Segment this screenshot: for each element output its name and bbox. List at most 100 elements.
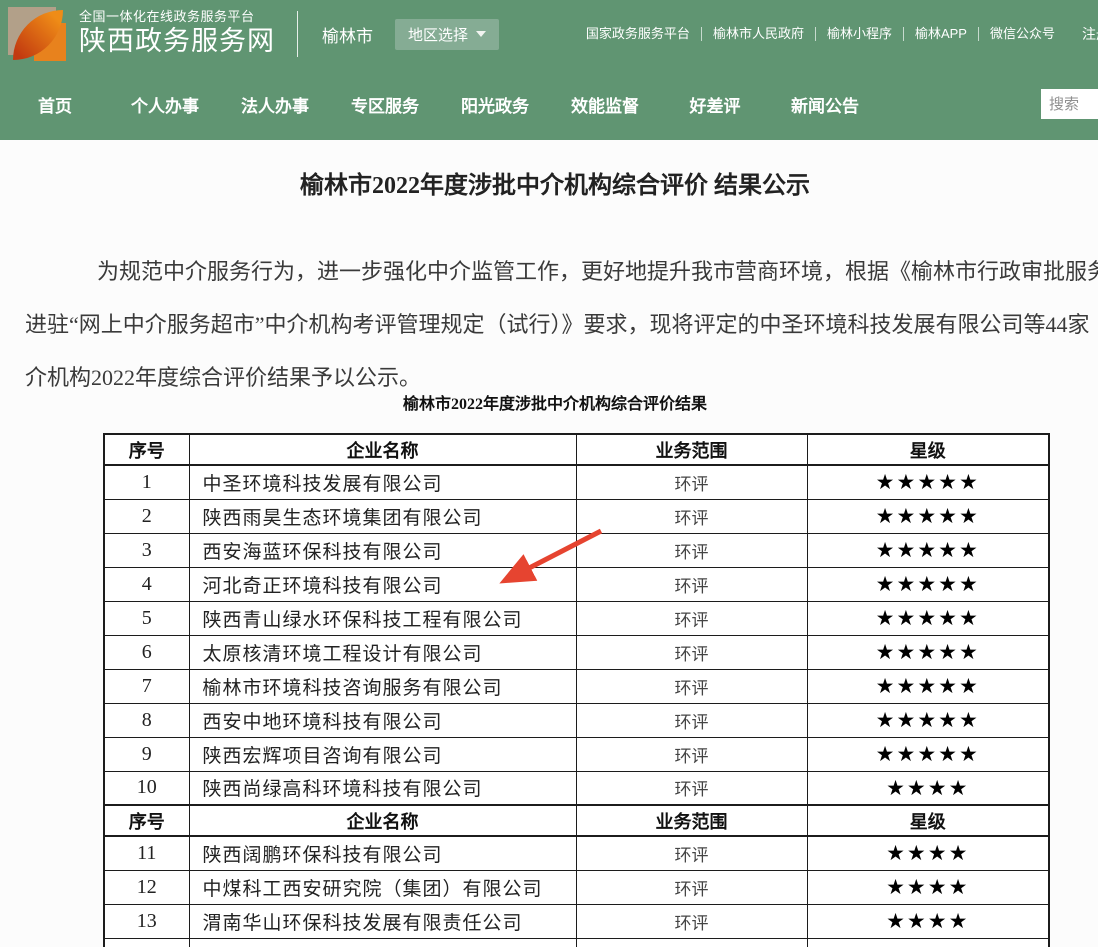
- nav-menu: 首页 个人办事 法人办事 专区服务 阳光政务 效能监督 好差评 新闻公告: [0, 92, 880, 117]
- cell-row-number: 10: [104, 771, 189, 805]
- table-row: 11陕西阔鹏环保科技有限公司环评★★★★: [104, 836, 1049, 870]
- cell-company-name: 中圣环境科技发展有限公司: [189, 465, 576, 499]
- cell-star-rating: ★★★★★: [807, 567, 1049, 601]
- empty-cell: [189, 938, 576, 947]
- cell-business-scope: 环评: [576, 567, 807, 601]
- nav-item-home[interactable]: 首页: [0, 92, 110, 117]
- header-divider: [297, 11, 298, 57]
- cell-business-scope: 环评: [576, 499, 807, 533]
- nav-item-personal[interactable]: 个人办事: [110, 92, 220, 117]
- table-row: 10陕西尚绿高科环境科技有限公司环评★★★★: [104, 771, 1049, 805]
- cell-row-number: 3: [104, 533, 189, 567]
- cell-business-scope: 环评: [576, 870, 807, 904]
- cell-company-name: 陕西雨昊生态环境集团有限公司: [189, 499, 576, 533]
- table-row: 4河北奇正环境科技有限公司环评★★★★★: [104, 567, 1049, 601]
- cell-company-name: 渭南华山环保科技发展有限责任公司: [189, 904, 576, 938]
- cell-business-scope: 环评: [576, 836, 807, 870]
- table-row: 8西安中地环境科技有限公司环评★★★★★: [104, 703, 1049, 737]
- column-header: 业务范围: [576, 434, 807, 465]
- brand-block: 全国一体化在线政务服务平台 陕西政务服务网: [79, 9, 275, 59]
- table-header-row: 序号企业名称业务范围星级: [104, 805, 1049, 836]
- table-row: 1中圣环境科技发展有限公司环评★★★★★: [104, 465, 1049, 499]
- table-row: 2陕西雨昊生态环境集团有限公司环评★★★★★: [104, 499, 1049, 533]
- column-header: 序号: [104, 434, 189, 465]
- evaluation-results-table: 序号企业名称业务范围星级1中圣环境科技发展有限公司环评★★★★★2陕西雨昊生态环…: [103, 433, 1050, 947]
- cell-row-number: 13: [104, 904, 189, 938]
- cell-row-number: 1: [104, 465, 189, 499]
- cell-star-rating: ★★★★★: [807, 465, 1049, 499]
- table-row: 7榆林市环境科技咨询服务有限公司环评★★★★★: [104, 669, 1049, 703]
- platform-tagline: 全国一体化在线政务服务平台: [79, 9, 275, 25]
- top-links: 国家政务服务平台 榆林市人民政府 榆林小程序 榆林APP 微信公众号: [575, 27, 1066, 41]
- nav-item-efficiency-supervision[interactable]: 效能监督: [550, 92, 660, 117]
- cell-row-number: 8: [104, 703, 189, 737]
- table-row: 9陕西宏辉项目咨询有限公司环评★★★★★: [104, 737, 1049, 771]
- cell-star-rating: ★★★★★: [807, 635, 1049, 669]
- cell-company-name: 西安中地环境科技有限公司: [189, 703, 576, 737]
- cell-business-scope: 环评: [576, 669, 807, 703]
- cell-star-rating: ★★★★★: [807, 669, 1049, 703]
- cell-company-name: 中煤科工西安研究院（集团）有限公司: [189, 870, 576, 904]
- column-header: 星级: [807, 805, 1049, 836]
- cell-business-scope: 环评: [576, 703, 807, 737]
- table-row: 3西安海蓝环保科技有限公司环评★★★★★: [104, 533, 1049, 567]
- cell-row-number: 9: [104, 737, 189, 771]
- nav-item-legal-person[interactable]: 法人办事: [220, 92, 330, 117]
- top-link-wechat[interactable]: 微信公众号: [979, 27, 1066, 41]
- nav-item-news[interactable]: 新闻公告: [770, 92, 880, 117]
- table-row-cutoff: [104, 938, 1049, 947]
- nav-item-special-services[interactable]: 专区服务: [330, 92, 440, 117]
- cell-company-name: 河北奇正环境科技有限公司: [189, 567, 576, 601]
- cell-row-number: 4: [104, 567, 189, 601]
- empty-cell: [576, 938, 807, 947]
- region-select-label: 地区选择: [408, 24, 468, 45]
- cell-star-rating: ★★★★★: [807, 737, 1049, 771]
- cell-business-scope: 环评: [576, 533, 807, 567]
- table-row: 13渭南华山环保科技发展有限责任公司环评★★★★: [104, 904, 1049, 938]
- main-nav: 首页 个人办事 法人办事 专区服务 阳光政务 效能监督 好差评 新闻公告: [0, 68, 1098, 140]
- cell-row-number: 12: [104, 870, 189, 904]
- chevron-down-icon: [476, 31, 486, 37]
- top-link-national-platform[interactable]: 国家政务服务平台: [575, 27, 702, 41]
- cell-star-rating: ★★★★: [807, 904, 1049, 938]
- cell-star-rating: ★★★★★: [807, 601, 1049, 635]
- top-link-app[interactable]: 榆林APP: [904, 27, 979, 41]
- search-input[interactable]: [1041, 89, 1098, 119]
- cell-star-rating: ★★★★★: [807, 499, 1049, 533]
- column-header: 星级: [807, 434, 1049, 465]
- site-name: 陕西政务服务网: [79, 25, 275, 59]
- cell-star-rating: ★★★★: [807, 870, 1049, 904]
- site-header: 全国一体化在线政务服务平台 陕西政务服务网 榆林市 地区选择 国家政务服务平台 …: [0, 0, 1098, 68]
- cell-business-scope: 环评: [576, 737, 807, 771]
- cell-company-name: 榆林市环境科技咨询服务有限公司: [189, 669, 576, 703]
- nav-item-rating[interactable]: 好差评: [660, 92, 770, 117]
- column-header: 企业名称: [189, 434, 576, 465]
- cell-company-name: 西安海蓝环保科技有限公司: [189, 533, 576, 567]
- region-select-button[interactable]: 地区选择: [395, 19, 499, 50]
- cell-business-scope: 环评: [576, 771, 807, 805]
- nav-item-open-government[interactable]: 阳光政务: [440, 92, 550, 117]
- register-link[interactable]: 注册: [1082, 24, 1098, 44]
- cell-business-scope: 环评: [576, 465, 807, 499]
- paragraph-line: 为规范中介服务行为，进一步强化中介监管工作，更好地提升我市营商环境，根据《榆林市…: [25, 245, 1098, 298]
- empty-cell: [807, 938, 1049, 947]
- column-header: 企业名称: [189, 805, 576, 836]
- announcement-paragraph: 为规范中介服务行为，进一步强化中介监管工作，更好地提升我市营商环境，根据《榆林市…: [25, 245, 1098, 404]
- site-logo[interactable]: [8, 7, 66, 61]
- cell-row-number: 5: [104, 601, 189, 635]
- top-link-mini-program[interactable]: 榆林小程序: [816, 27, 904, 41]
- column-header: 序号: [104, 805, 189, 836]
- cell-business-scope: 环评: [576, 635, 807, 669]
- paragraph-line: 进驻“网上中介服务超市”中介机构考评管理规定（试行）》要求，现将评定的中圣环境科…: [25, 298, 1098, 351]
- cell-star-rating: ★★★★: [807, 836, 1049, 870]
- cell-business-scope: 环评: [576, 601, 807, 635]
- column-header: 业务范围: [576, 805, 807, 836]
- cell-company-name: 陕西青山绿水环保科技工程有限公司: [189, 601, 576, 635]
- top-link-city-government[interactable]: 榆林市人民政府: [702, 27, 816, 41]
- content-area: 榆林市2022年度涉批中介机构综合评价 结果公示 为规范中介服务行为，进一步强化…: [0, 140, 1098, 947]
- cell-row-number: 7: [104, 669, 189, 703]
- table-row: 12中煤科工西安研究院（集团）有限公司环评★★★★: [104, 870, 1049, 904]
- cell-star-rating: ★★★★★: [807, 703, 1049, 737]
- cell-row-number: 2: [104, 499, 189, 533]
- cell-business-scope: 环评: [576, 904, 807, 938]
